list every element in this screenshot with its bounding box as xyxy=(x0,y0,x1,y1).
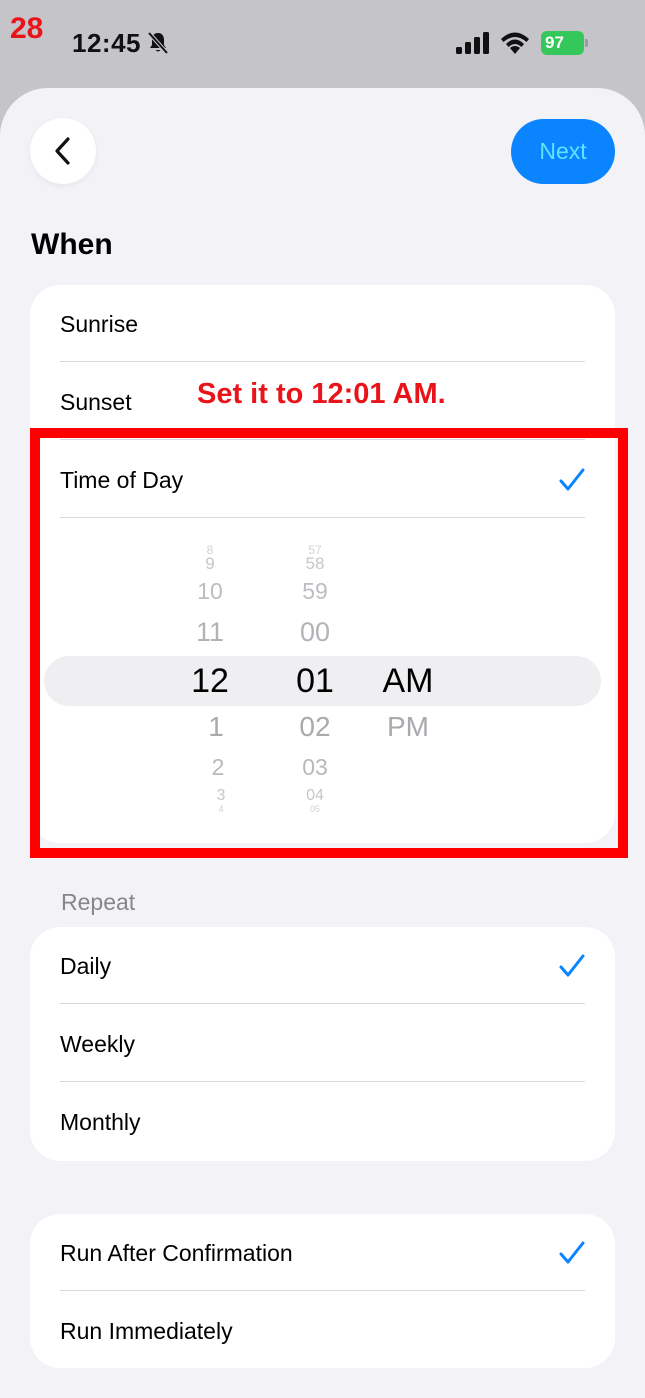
option-label: Sunrise xyxy=(60,310,138,337)
option-label: Weekly xyxy=(60,1030,135,1057)
battery-indicator: 97 xyxy=(541,31,588,55)
picker-hour: 10 xyxy=(197,578,223,604)
back-button[interactable] xyxy=(30,118,96,184)
option-time-of-day[interactable]: Time of Day xyxy=(60,441,585,519)
checkmark-icon xyxy=(559,468,585,491)
repeat-card: Daily Weekly Monthly xyxy=(30,927,615,1161)
battery-level: 97 xyxy=(541,31,584,55)
divider xyxy=(60,1003,585,1004)
divider xyxy=(60,1290,585,1291)
cellular-signal-icon xyxy=(456,32,489,54)
next-button[interactable]: Next xyxy=(511,119,615,184)
option-run-immediately[interactable]: Run Immediately xyxy=(60,1292,585,1370)
picker-minute: 04 xyxy=(306,787,324,804)
battery-tip xyxy=(585,39,588,47)
option-run-after-confirmation[interactable]: Run After Confirmation xyxy=(60,1214,585,1292)
divider xyxy=(60,517,585,518)
option-label: Monthly xyxy=(60,1108,141,1135)
run-mode-card: Run After Confirmation Run Immediately xyxy=(30,1214,615,1368)
bell-slash-icon xyxy=(147,31,169,55)
option-weekly[interactable]: Weekly xyxy=(60,1005,585,1083)
option-daily[interactable]: Daily xyxy=(60,927,585,1005)
time-picker[interactable]: 8 9 10 11 12 1 2 3 4 57 58 59 00 01 02 0… xyxy=(30,525,615,815)
option-label: Time of Day xyxy=(60,466,184,493)
divider xyxy=(60,361,585,362)
repeat-title: Repeat xyxy=(61,889,136,915)
option-label: Run Immediately xyxy=(60,1317,233,1344)
chevron-left-icon xyxy=(55,137,70,165)
picker-minute: 02 xyxy=(299,711,331,742)
option-sunrise[interactable]: Sunrise xyxy=(60,285,585,363)
checkmark-icon xyxy=(559,954,585,977)
status-bar: 28 12:45 97 xyxy=(0,0,645,90)
picker-minute-selected[interactable]: 01 xyxy=(285,662,345,701)
divider xyxy=(60,1081,585,1082)
when-card: Sunrise Sunset Time of Day 8 9 10 11 12 … xyxy=(30,285,615,843)
picker-minute: 05 xyxy=(309,804,320,814)
picker-hour: 3 xyxy=(216,787,226,804)
picker-period-selected[interactable]: AM xyxy=(373,662,443,701)
step-number: 28 xyxy=(10,12,44,45)
option-label: Daily xyxy=(60,952,112,979)
picker-minute: 03 xyxy=(302,754,328,780)
option-monthly[interactable]: Monthly xyxy=(60,1083,585,1161)
picker-minute: 59 xyxy=(302,578,328,604)
picker-minute: 58 xyxy=(305,554,325,573)
divider xyxy=(60,439,585,440)
status-time: 12:45 xyxy=(72,28,141,58)
picker-hour: 11 xyxy=(195,617,225,647)
picker-hour-selected[interactable]: 12 xyxy=(180,662,240,701)
picker-hour: 2 xyxy=(211,754,225,780)
option-label: Run After Confirmation xyxy=(60,1239,293,1266)
when-title: When xyxy=(31,228,113,261)
picker-hour: 4 xyxy=(218,804,224,814)
picker-hour: 9 xyxy=(205,554,215,573)
wifi-icon xyxy=(501,32,529,54)
instruction-annotation: Set it to 12:01 AM. xyxy=(197,378,446,410)
picker-hour: 1 xyxy=(208,711,224,742)
picker-period[interactable]: PM xyxy=(373,711,443,743)
picker-minute: 00 xyxy=(299,617,331,647)
checkmark-icon xyxy=(559,1241,585,1264)
